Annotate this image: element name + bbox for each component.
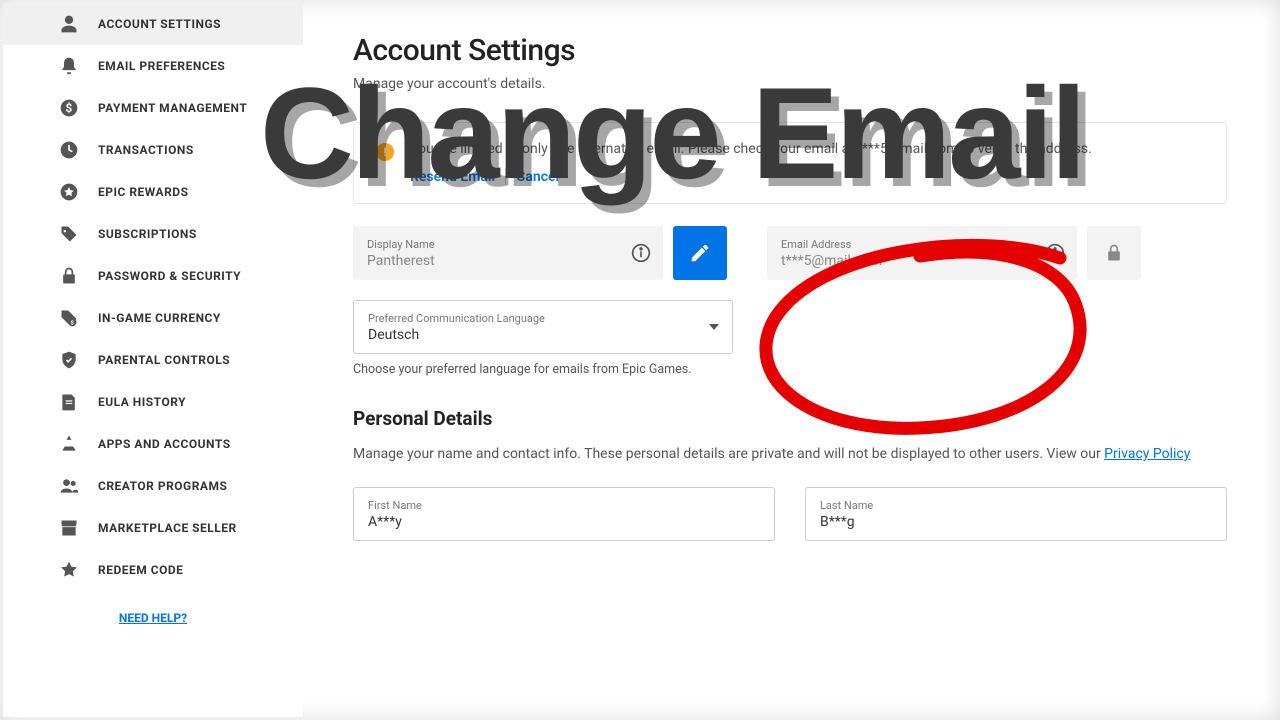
lock-icon (58, 265, 80, 287)
privacy-policy-link[interactable]: Privacy Policy (1104, 446, 1190, 462)
first-name-field[interactable]: First Name A***y (353, 487, 775, 541)
star-icon (58, 559, 80, 581)
display-name-label: Display Name (367, 238, 619, 251)
sidebar-item-label: EMAIL PREFERENCES (98, 59, 225, 73)
page-title: Account Settings (353, 33, 1227, 68)
sidebar-item-epic-rewards[interactable]: EPIC REWARDS (3, 171, 303, 213)
email-locked-button (1087, 226, 1141, 280)
email-label: Email Address (781, 238, 1033, 251)
sidebar-item-label: EPIC REWARDS (98, 185, 188, 199)
sidebar-item-label: IN-GAME CURRENCY (98, 311, 221, 325)
sidebar-item-label: TRANSACTIONS (98, 143, 194, 157)
last-name-label: Last Name (820, 499, 1182, 512)
sidebar-item-account-settings[interactable]: ACCOUNT SETTINGS (3, 3, 303, 45)
svg-text:$: $ (65, 101, 72, 115)
star-badge-icon (58, 181, 80, 203)
people-icon (58, 475, 80, 497)
sidebar-item-label: APPS AND ACCOUNTS (98, 437, 231, 451)
apps-icon (58, 433, 80, 455)
sidebar-item-in-game-currency[interactable]: $ IN-GAME CURRENCY (3, 297, 303, 339)
language-label: Preferred Communication Language (368, 312, 688, 325)
svg-text:$: $ (70, 320, 74, 327)
last-name-value: B***g (820, 514, 1182, 530)
verify-email-alert: ! You are limited to only one alternativ… (353, 122, 1227, 204)
info-icon[interactable] (631, 243, 651, 263)
language-select[interactable]: Preferred Communication Language Deutsch (353, 300, 733, 354)
alert-text: You are limited to only one alternative … (410, 141, 1204, 157)
shield-icon (58, 349, 80, 371)
cancel-link[interactable]: Cancel (516, 169, 559, 185)
language-value: Deutsch (368, 327, 688, 343)
last-name-field[interactable]: Last Name B***g (805, 487, 1227, 541)
clock-icon (58, 139, 80, 161)
display-name-field: Display Name Pantherest (353, 226, 663, 280)
first-name-value: A***y (368, 514, 730, 530)
display-name-value: Pantherest (367, 253, 619, 269)
sidebar-item-redeem-code[interactable]: REDEEM CODE (3, 549, 303, 591)
sidebar-item-label: CREATOR PROGRAMS (98, 479, 227, 493)
sidebar-item-marketplace-seller[interactable]: MARKETPLACE SELLER (3, 507, 303, 549)
sidebar-item-subscriptions[interactable]: SUBSCRIPTIONS (3, 213, 303, 255)
sidebar-item-label: ACCOUNT SETTINGS (98, 17, 221, 31)
sidebar-item-label: SUBSCRIPTIONS (98, 227, 197, 241)
need-help-link[interactable]: NEED HELP? (3, 591, 303, 645)
sidebar-item-label: EULA HISTORY (98, 395, 186, 409)
personal-details-heading: Personal Details (353, 407, 1227, 430)
sidebar-item-label: MARKETPLACE SELLER (98, 521, 237, 535)
user-icon (58, 13, 80, 35)
personal-details-subtitle: Manage your name and contact info. These… (353, 444, 1227, 465)
email-value: t***5@mail.com (781, 253, 1033, 269)
first-name-label: First Name (368, 499, 730, 512)
edit-display-name-button[interactable] (673, 226, 727, 280)
tag-icon (58, 223, 80, 245)
info-icon[interactable] (1045, 243, 1065, 263)
currency-tag-icon: $ (58, 307, 80, 329)
bell-icon (58, 55, 80, 77)
sidebar-item-label: PAYMENT MANAGEMENT (98, 101, 247, 115)
sidebar-item-payment-management[interactable]: $ PAYMENT MANAGEMENT (3, 87, 303, 129)
resend-email-link[interactable]: Resend Email (410, 169, 495, 185)
sidebar-item-label: PARENTAL CONTROLS (98, 353, 230, 367)
sidebar-item-creator-programs[interactable]: CREATOR PROGRAMS (3, 465, 303, 507)
dollar-icon: $ (58, 97, 80, 119)
sidebar-item-eula-history[interactable]: EULA HISTORY (3, 381, 303, 423)
sidebar: ACCOUNT SETTINGS EMAIL PREFERENCES $ PAY… (3, 3, 303, 717)
document-icon (58, 391, 80, 413)
warning-icon: ! (376, 143, 394, 161)
sidebar-item-label: PASSWORD & SECURITY (98, 269, 241, 283)
sidebar-item-transactions[interactable]: TRANSACTIONS (3, 129, 303, 171)
page-subtitle: Manage your account's details. (353, 76, 1227, 92)
sidebar-item-apps-accounts[interactable]: APPS AND ACCOUNTS (3, 423, 303, 465)
main-content: Account Settings Manage your account's d… (303, 3, 1277, 717)
chevron-down-icon (709, 324, 719, 330)
sidebar-item-label: REDEEM CODE (98, 563, 183, 577)
email-field: Email Address t***5@mail.com (767, 226, 1077, 280)
store-icon (58, 517, 80, 539)
sidebar-item-email-preferences[interactable]: EMAIL PREFERENCES (3, 45, 303, 87)
language-hint: Choose your preferred language for email… (353, 362, 1227, 377)
sidebar-item-password-security[interactable]: PASSWORD & SECURITY (3, 255, 303, 297)
divider (505, 169, 506, 185)
sidebar-item-parental-controls[interactable]: PARENTAL CONTROLS (3, 339, 303, 381)
